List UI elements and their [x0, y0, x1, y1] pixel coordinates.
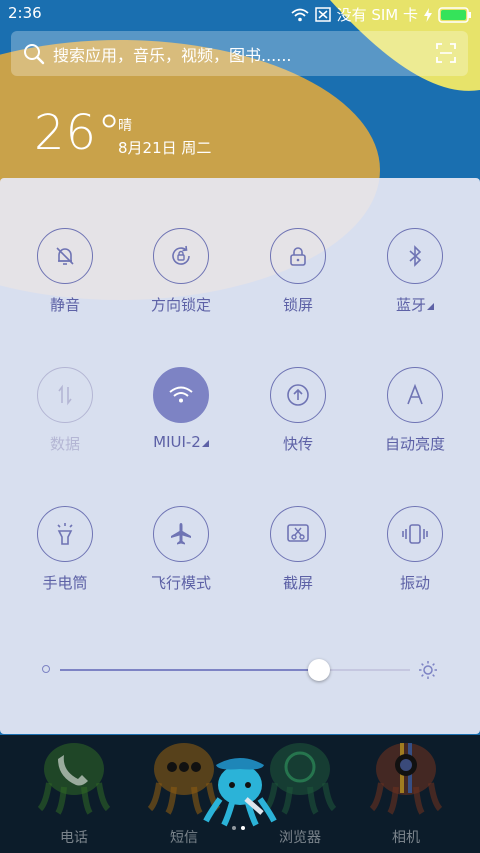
brightness-slider[interactable]	[40, 658, 440, 682]
wifi-icon	[169, 386, 193, 403]
toggle-wifi-circle[interactable]	[153, 367, 209, 423]
brightness-track[interactable]	[60, 659, 410, 681]
toggle-bluetooth-label: 蓝牙	[395, 296, 426, 314]
dock-app-camera[interactable]: 相机	[356, 735, 456, 853]
toggle-flashlight[interactable]: 手电筒	[7, 506, 123, 626]
control-center-panel: 静音 方向锁定 锁屏 蓝牙 数据 MIUI-2 快传 自动亮度 手电筒 飞行模式…	[0, 178, 480, 734]
toggle-airplane-mode-circle[interactable]	[153, 506, 209, 562]
toggle-vibrate[interactable]: 振动	[357, 506, 473, 626]
page-dot-active	[241, 826, 245, 830]
status-bar: 2:36 没有 SIM 卡	[0, 0, 480, 28]
airplane-icon	[171, 523, 191, 545]
toggle-screenshot-circle[interactable]	[270, 506, 326, 562]
sim-missing-icon	[314, 7, 331, 22]
brightness-fill	[60, 669, 319, 671]
weather-date: 8月21日 周二	[118, 139, 212, 157]
status-time: 2:36	[8, 4, 42, 22]
toggle-rotation-lock-circle[interactable]	[153, 228, 209, 284]
toggle-lock-screen-label: 锁屏	[282, 296, 313, 314]
toggle-flashlight-circle[interactable]	[37, 506, 93, 562]
phone-app-icon	[37, 743, 111, 815]
sim-status-text: 没有 SIM 卡	[336, 6, 418, 24]
toggle-rotation-lock-label: 方向锁定	[150, 296, 211, 314]
toggle-bluetooth[interactable]: 蓝牙	[357, 228, 473, 348]
dock: 电话 短信 浏览器 相机	[0, 735, 480, 853]
toggle-lock-screen-circle[interactable]	[270, 228, 326, 284]
share-transfer-icon	[287, 384, 309, 406]
vibrate-icon	[402, 524, 428, 544]
toggle-quick-share-circle[interactable]	[270, 367, 326, 423]
toggle-mute-label: 静音	[49, 296, 80, 314]
weather-condition: 晴	[118, 118, 132, 134]
mute-bell-icon	[56, 247, 74, 265]
toggle-bluetooth-label-wrap: 蓝牙	[396, 294, 434, 315]
toggle-airplane-mode[interactable]: 飞行模式	[123, 506, 239, 626]
toggle-screenshot-label: 截屏	[282, 574, 313, 592]
search-placeholder: 搜索应用，音乐，视频，图书......	[53, 45, 292, 65]
toggle-wifi[interactable]: MIUI-2	[123, 367, 239, 487]
auto-brightness-icon	[407, 383, 423, 405]
toggle-wifi-label-wrap: MIUI-2	[153, 433, 209, 451]
toggle-vibrate-circle[interactable]	[387, 506, 443, 562]
toggle-auto-brightness[interactable]: 自动亮度	[357, 367, 473, 487]
toggle-mobile-data-circle[interactable]	[37, 367, 93, 423]
scan-icon[interactable]	[436, 43, 456, 63]
rotation-lock-icon	[172, 245, 190, 265]
dock-app-phone[interactable]: 电话	[24, 735, 124, 853]
screenshot-icon	[287, 524, 309, 542]
expand-triangle-icon	[201, 440, 209, 447]
toggle-mobile-data-label: 数据	[49, 435, 80, 453]
toggle-auto-brightness-label: 自动亮度	[384, 435, 445, 453]
toggle-quick-share[interactable]: 快传	[240, 367, 356, 487]
page-dot	[232, 826, 236, 830]
brightness-handle[interactable]	[308, 659, 330, 681]
dock-app-browser-label: 浏览器	[279, 830, 321, 846]
mobile-data-icon	[58, 384, 72, 406]
expand-triangle-icon	[427, 303, 434, 310]
toggle-rotation-lock[interactable]: 方向锁定	[123, 228, 239, 348]
toggle-airplane-mode-label: 飞行模式	[150, 574, 211, 592]
toggle-quick-share-label: 快传	[282, 435, 313, 453]
toggle-lock-screen[interactable]: 锁屏	[240, 228, 356, 348]
page-indicator	[232, 826, 245, 830]
toggle-bluetooth-circle[interactable]	[387, 228, 443, 284]
brightness-high-icon	[419, 661, 437, 679]
temperature: 26°	[34, 105, 123, 161]
bluetooth-icon	[409, 245, 422, 267]
search-icon	[24, 43, 45, 64]
dock-app-camera-label: 相机	[392, 830, 420, 846]
wifi-icon	[290, 8, 309, 21]
toggle-mobile-data[interactable]: 数据	[7, 367, 123, 487]
toggle-mute[interactable]: 静音	[7, 228, 123, 348]
lock-icon	[290, 247, 306, 266]
status-icons: 没有 SIM 卡	[290, 4, 472, 25]
toggle-flashlight-label: 手电筒	[42, 574, 88, 592]
toggle-vibrate-label: 振动	[399, 574, 430, 592]
toggle-auto-brightness-circle[interactable]	[387, 367, 443, 423]
flashlight-icon	[57, 523, 73, 545]
search-bar[interactable]: 搜索应用，音乐，视频，图书......	[11, 31, 468, 76]
toggle-wifi-label: MIUI-2	[153, 433, 201, 451]
toggle-mute-circle[interactable]	[37, 228, 93, 284]
brightness-low-icon	[42, 665, 50, 673]
battery-icon	[438, 6, 471, 23]
camera-app-icon	[369, 743, 443, 815]
dock-app-phone-label: 电话	[60, 830, 88, 846]
toggle-screenshot[interactable]: 截屏	[240, 506, 356, 626]
charging-icon	[424, 7, 432, 22]
dock-app-messages-label: 短信	[170, 830, 198, 846]
cleaner-octopus-icon[interactable]	[202, 755, 278, 827]
